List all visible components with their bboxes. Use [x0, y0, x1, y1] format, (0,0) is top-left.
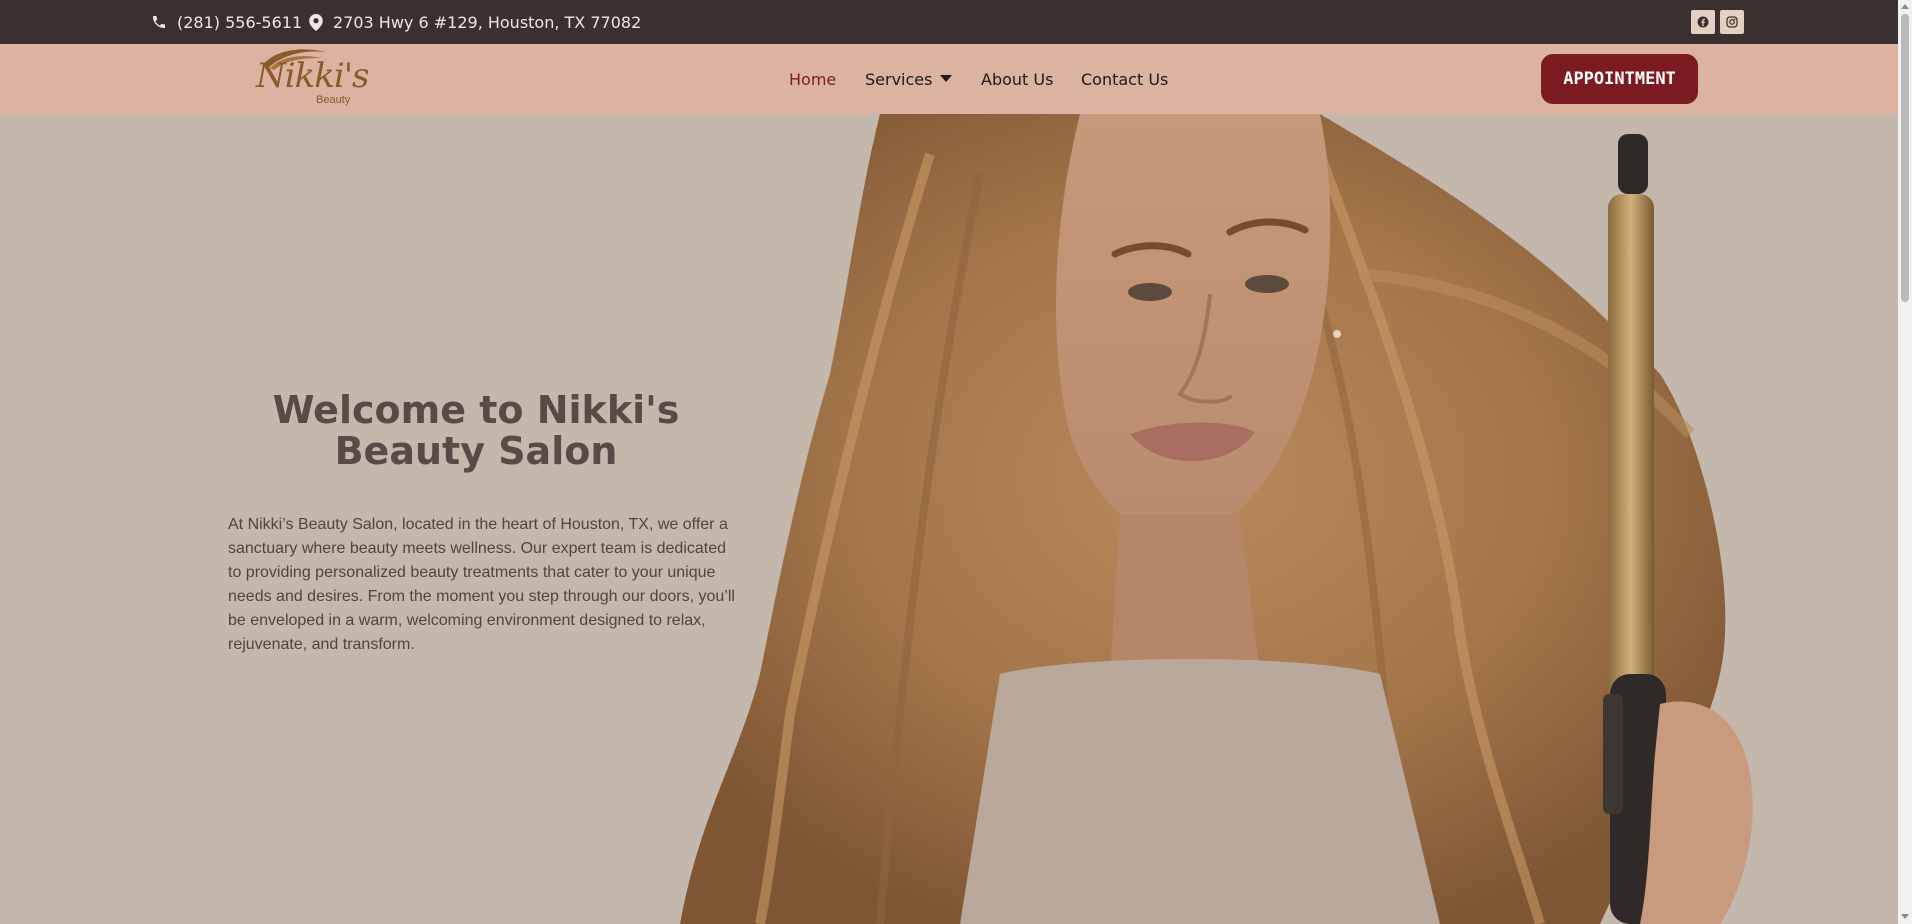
appointment-button[interactable]: APPOINTMENT	[1541, 54, 1698, 104]
scroll-down-icon[interactable]	[1901, 914, 1909, 919]
instagram-link[interactable]	[1720, 10, 1744, 34]
phone-icon	[153, 16, 165, 28]
facebook-icon	[1697, 16, 1709, 28]
nav-about[interactable]: About Us	[981, 44, 1053, 114]
hero-section: Welcome to Nikki's Beauty Salon At Nikki…	[0, 114, 1898, 924]
scroll-up-icon[interactable]	[1901, 4, 1909, 9]
hero-title: Welcome to Nikki's Beauty Salon	[272, 388, 680, 473]
instagram-icon	[1726, 16, 1738, 28]
site-header: Nikki's Beauty Home Services About Us Co…	[0, 44, 1898, 114]
phone-contact[interactable]: (281) 556-5611	[151, 0, 302, 44]
logo-script-text: Nikki's	[256, 56, 369, 96]
location-pin-icon	[309, 13, 323, 31]
nav-services-label: Services	[865, 69, 933, 89]
hero-description: At Nikki’s Beauty Salon, located in the …	[228, 516, 735, 653]
address-contact[interactable]: 2703 Hwy 6 #129, Houston, TX 77082	[309, 0, 641, 44]
logo-subtitle: Beauty	[316, 94, 351, 106]
page-scrollbar[interactable]	[1898, 0, 1912, 924]
address-text: 2703 Hwy 6 #129, Houston, TX 77082	[333, 12, 642, 32]
top-contact-bar: (281) 556-5611 2703 Hwy 6 #129, Houston,…	[0, 0, 1898, 44]
site-logo[interactable]: Nikki's Beauty	[254, 46, 369, 110]
nav-services[interactable]: Services	[865, 44, 953, 114]
phone-number: (281) 556-5611	[177, 12, 303, 32]
facebook-link[interactable]	[1691, 10, 1715, 34]
nav-home[interactable]: Home	[789, 44, 836, 114]
scrollbar-thumb[interactable]	[1901, 14, 1909, 302]
nav-contact[interactable]: Contact Us	[1081, 44, 1168, 114]
caret-down-icon	[940, 75, 953, 82]
